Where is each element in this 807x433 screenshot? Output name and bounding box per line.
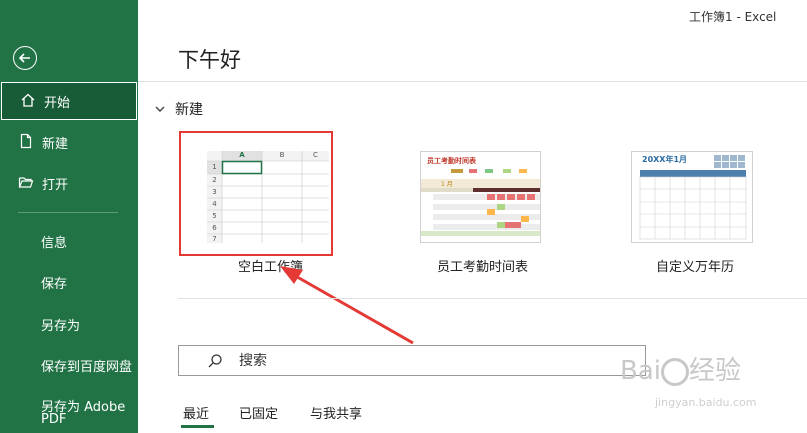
chevron-down-icon [155,103,165,116]
sidebar-divider [18,212,118,213]
search-input[interactable] [237,351,621,370]
template-calendar[interactable]: 20XX年1月 [631,151,753,243]
highlight-frame [179,131,333,256]
sidebar-item-save-baidu[interactable]: 保存到百度网盘 [41,356,132,375]
sidebar-item-open[interactable]: 打开 [0,164,138,202]
baidu-watermark-logo: Bai 经验 [620,356,742,386]
sidebar-item-save[interactable]: 保存 [41,273,67,292]
sidebar-item-home[interactable]: 开始 [1,82,137,120]
section-title: 新建 [175,102,203,118]
folder-open-icon [18,174,36,192]
template-label-attendance[interactable]: 员工考勤时间表 [437,256,528,275]
attendance-preview-grid [421,169,540,236]
section-divider [178,298,807,299]
search-icon [207,353,223,369]
tab-shared[interactable]: 与我共享 [310,403,362,422]
sidebar-item-new[interactable]: 新建 [0,123,138,161]
tab-pinned[interactable]: 已固定 [239,403,278,422]
back-arrow-icon[interactable] [13,46,37,70]
window-title: 工作簿1 - Excel [689,10,777,24]
backstage-sidebar: 开始 新建 打开 信息 保存 另存为 保存到百度网盘 另存为 Adobe PDF [0,0,138,433]
home-icon [20,92,38,110]
page-title: 下午好 [178,48,241,72]
tab-recent[interactable]: 最近 [183,403,209,422]
sidebar-item-info[interactable]: 信息 [41,232,67,251]
sidebar-item-save-pdf-line2[interactable]: PDF [41,412,66,427]
sidebar-item-label: 新建 [42,136,69,152]
new-section-header[interactable]: 新建 [155,99,203,119]
sidebar-item-label: 打开 [42,177,69,193]
header-divider [138,81,807,82]
template-label-calendar[interactable]: 自定义万年历 [656,256,734,275]
sidebar-item-save-as[interactable]: 另存为 [41,315,80,334]
sidebar-item-label: 开始 [44,95,71,111]
baidu-watermark-url: jingyan.baidu.com [655,396,757,409]
tab-recent-underline [181,425,214,428]
search-box[interactable] [178,345,646,376]
calendar-preview-grid [639,155,747,240]
template-attendance[interactable]: 员工考勤时间表 1 月 [420,151,541,243]
new-document-icon [18,133,36,151]
annotation-arrow-icon [280,266,414,345]
